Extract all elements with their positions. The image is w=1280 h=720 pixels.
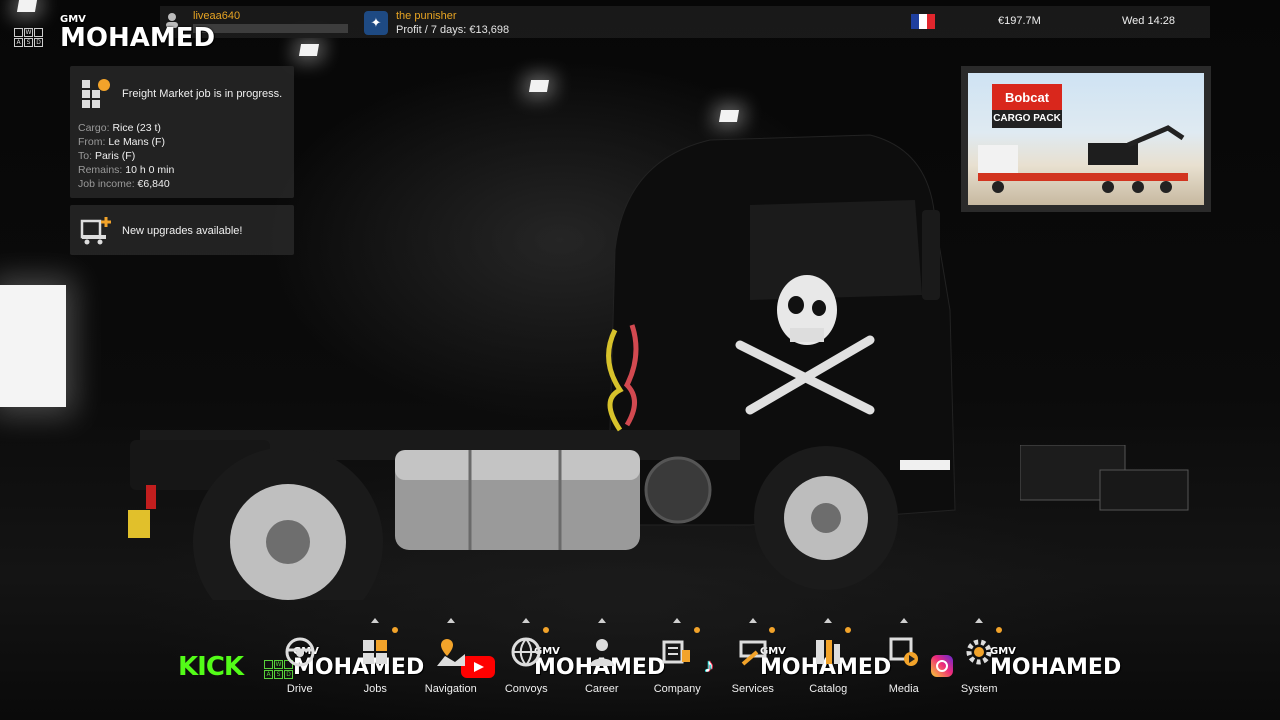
menu-label: Company <box>653 683 701 695</box>
top-status-bar: liveaa640 ✦ the punisher Profit / 7 days… <box>160 6 1210 38</box>
menu-label: Catalog <box>809 683 848 695</box>
to-value: Paris (F) <box>94 150 136 162</box>
caret-up-icon <box>522 618 531 623</box>
promo-truck-illustration <box>978 125 1188 193</box>
menu-label: System <box>960 683 998 695</box>
menu-company[interactable]: Company <box>640 618 716 698</box>
catalog-icon <box>816 640 841 664</box>
company-name: the punisher <box>396 10 457 22</box>
person-icon <box>589 639 614 666</box>
caret-up-icon <box>673 618 682 623</box>
equipment-cases <box>1020 445 1189 511</box>
menu-label: Drive <box>286 683 313 695</box>
caret-up-icon <box>371 618 380 623</box>
menu-career[interactable]: Career <box>564 618 640 698</box>
map-pin-icon <box>436 639 465 666</box>
wall-light-panel <box>0 285 66 407</box>
caret-up-icon <box>899 618 908 623</box>
menu-jobs[interactable]: Jobs <box>338 618 414 698</box>
menu-label: Career <box>584 683 619 695</box>
menu-label: Services <box>731 683 774 695</box>
kick-logo: KICK <box>178 652 244 682</box>
flag-stripe <box>927 14 935 29</box>
wasd-keys-overlay: W ASD <box>14 28 43 47</box>
menu-catalog[interactable]: Catalog <box>791 618 867 698</box>
caret-up-icon <box>824 618 833 623</box>
job-progress-panel[interactable]: Freight Market job is in progress. Cargo… <box>70 66 294 198</box>
bobcat-logo: Bobcat <box>992 84 1062 110</box>
country-flag-icon <box>911 14 935 29</box>
ceiling-lamp <box>528 80 550 92</box>
upgrades-notification[interactable]: New upgrades available! <box>70 205 294 255</box>
remains-value: 10 h 0 min <box>125 164 175 176</box>
caret-up-icon <box>597 618 606 623</box>
notification-dot <box>769 627 775 633</box>
menu-label: Navigation <box>424 683 477 695</box>
menu-label: Media <box>888 683 919 695</box>
notification-dot <box>391 627 398 633</box>
dlc-promo-banner[interactable]: Bobcat CARGO PACK <box>961 66 1211 212</box>
menu-system[interactable]: System <box>942 618 1018 698</box>
ceiling-lamp <box>16 0 38 12</box>
caret-up-icon <box>748 618 757 623</box>
jobs-grid-icon <box>363 640 388 664</box>
game-clock: Wed 14:28 <box>1122 15 1176 27</box>
menu-label: Convoys <box>504 683 548 695</box>
menu-label: Jobs <box>363 683 387 695</box>
gear-icon <box>966 639 992 665</box>
upgrades-text: New upgrades available! <box>122 225 243 237</box>
caret-up-icon <box>446 618 455 623</box>
notification-dot <box>844 627 851 633</box>
caret-up-icon <box>975 618 984 623</box>
menu-media[interactable]: Media <box>866 618 942 698</box>
globe-icon <box>511 637 541 667</box>
notification-dot <box>693 627 700 633</box>
income-value: €6,840 <box>137 178 170 190</box>
notification-dot <box>995 627 1002 633</box>
job-status-title: Freight Market job is in progress. <box>122 88 283 100</box>
steering-wheel-icon <box>285 637 315 667</box>
company-icon <box>662 640 691 664</box>
flag-stripe <box>919 14 927 29</box>
promo-image: Bobcat CARGO PACK <box>968 73 1204 205</box>
company-profit: Profit / 7 days: €13,698 <box>396 24 510 36</box>
menu-drive[interactable]: Drive <box>262 618 338 698</box>
cargo-value: Rice (23 t) <box>112 122 161 134</box>
services-icon <box>739 640 767 666</box>
cargo-pack-label: CARGO PACK <box>992 110 1062 128</box>
main-menu-bar: Drive Jobs Navigation Convoys Career Com… <box>262 618 1017 698</box>
media-icon <box>889 637 918 666</box>
ceiling-lamp <box>298 44 320 56</box>
level-progress-bar <box>193 24 348 33</box>
upgrade-truck-icon <box>80 217 111 245</box>
ceiling-lamp <box>718 110 740 122</box>
streamer-watermark: GMV MOHAMED <box>60 14 216 53</box>
truck-3d-view[interactable] <box>110 130 980 600</box>
freight-market-icon <box>82 79 110 108</box>
menu-convoys[interactable]: Convoys <box>489 618 565 698</box>
company-logo-icon: ✦ <box>364 11 388 35</box>
player-name: liveaa640 <box>193 10 241 22</box>
from-value: Le Mans (F) <box>108 136 165 148</box>
job-details: Cargo: Rice (23 t) From: Le Mans (F) To:… <box>78 122 175 190</box>
menu-services[interactable]: Services <box>715 618 791 698</box>
bobcat-badge: Bobcat CARGO PACK <box>992 84 1062 128</box>
notification-dot <box>542 627 549 633</box>
menu-navigation[interactable]: Navigation <box>413 618 489 698</box>
flag-stripe <box>911 14 919 29</box>
money-balance: €197.7M <box>998 15 1041 27</box>
